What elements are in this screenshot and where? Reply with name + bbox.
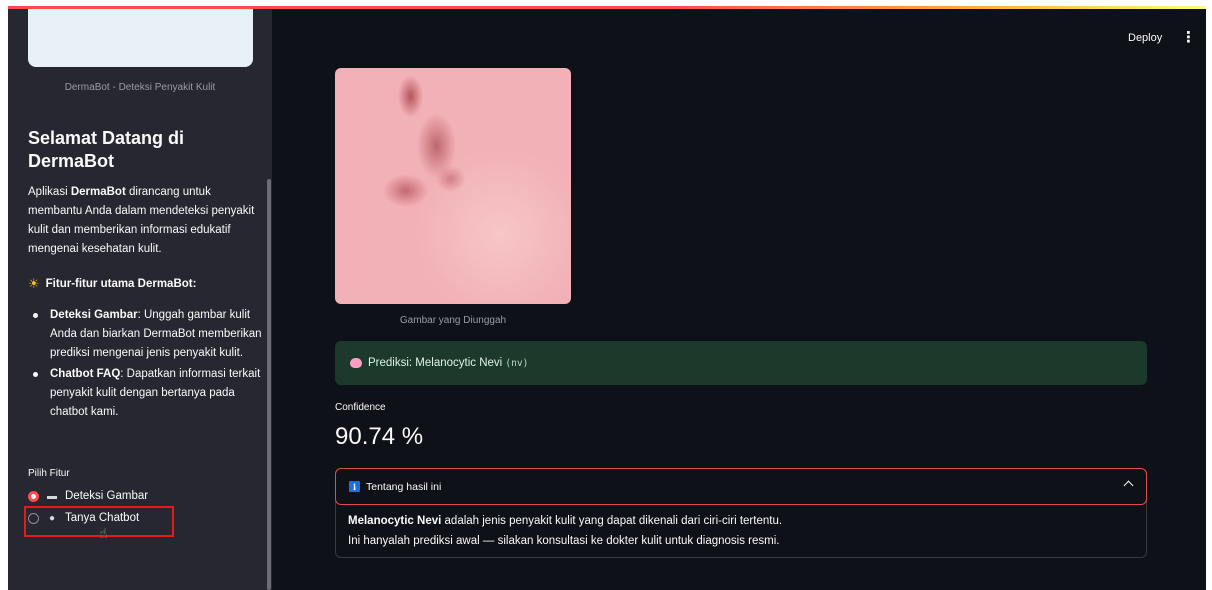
- confidence-label: Confidence: [335, 402, 386, 413]
- logo-caption: DermaBot - Deteksi Penyakit Kulit: [64, 82, 216, 93]
- expander-header[interactable]: i Tentang hasil ini: [335, 468, 1147, 505]
- image-caption: Gambar yang Diunggah: [399, 315, 507, 326]
- feature-list: Deteksi Gambar: Unggah gambar kulit Anda…: [28, 306, 266, 424]
- list-item: Deteksi Gambar: Unggah gambar kulit Anda…: [28, 306, 266, 363]
- welcome-title: Selamat Datang di DermaBot: [28, 128, 185, 171]
- expander-body: Melanocytic Nevi adalah jenis penyakit k…: [348, 515, 783, 547]
- about-result-expander: i Tentang hasil ini Melanocytic Nevi ada…: [335, 468, 1147, 558]
- confidence-value: 90.74 %: [335, 423, 424, 450]
- info-icon: i: [349, 481, 360, 492]
- radio-option-deteksi-gambar[interactable]: ▬ Deteksi Gambar: [28, 488, 148, 504]
- sidebar-scrollbar[interactable]: [267, 179, 271, 590]
- sun-icon: ☀: [28, 276, 40, 291]
- radio-selected-indicator[interactable]: [28, 490, 39, 502]
- brain-icon: [350, 358, 362, 368]
- app-window: DermaBot - Deteksi Penyakit Kulit Selama…: [8, 6, 1206, 590]
- more-vertical-icon[interactable]: ⋮: [1181, 28, 1196, 46]
- chevron-up-icon[interactable]: [1123, 480, 1134, 491]
- list-item: Chatbot FAQ: Dapatkan informasi terkait …: [28, 365, 266, 422]
- uploaded-skin-image: [335, 68, 571, 304]
- logo-image: [28, 9, 253, 67]
- prediction-alert: Prediksi: Melanocytic Nevi (nv): [335, 341, 1147, 385]
- folder-icon: ▬: [47, 490, 57, 502]
- prediction-text: Prediksi: Melanocytic Nevi (nv): [368, 357, 529, 369]
- hand-cursor-icon: ☝: [99, 525, 108, 541]
- intro-text: Aplikasi DermaBot dirancang untuk memban…: [28, 186, 255, 255]
- feature-radio-label: Pilih Fitur: [28, 468, 70, 479]
- deploy-button[interactable]: Deploy: [1128, 32, 1162, 44]
- sidebar: DermaBot - Deteksi Penyakit Kulit Selama…: [8, 9, 272, 590]
- features-heading: ☀ Fitur-fitur utama DermaBot:: [28, 276, 197, 291]
